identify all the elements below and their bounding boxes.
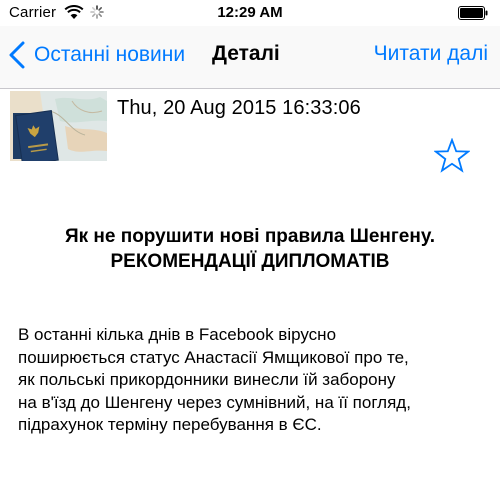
article-body: В останні кілька днів в Facebook вірусно… <box>18 324 488 437</box>
navigation-bar: Останні новини Деталі Читати далі <box>0 26 500 89</box>
article-title-line: РЕКОМЕНДАЦІЇ ДИПЛОМАТІВ <box>110 251 390 272</box>
back-button[interactable]: Останні новини <box>8 40 185 70</box>
article-body-line: як польські прикордонники винесли їй заб… <box>18 370 396 389</box>
article-date: Thu, 20 Aug 2015 16:33:06 <box>117 97 361 119</box>
article-title: Як не порушити нові правила Шенгену. РЕК… <box>20 224 480 274</box>
passport-image <box>10 91 107 161</box>
status-time: 12:29 AM <box>217 4 283 21</box>
article-title-line: Як не порушити нові правила Шенгену. <box>64 226 436 247</box>
back-button-label: Останні новини <box>34 43 186 66</box>
article-thumbnail <box>10 91 107 161</box>
screen: Carrier 12:29 AM Останні новини Деталі Ч… <box>0 0 500 500</box>
page-title: Деталі <box>212 42 280 65</box>
article-body-line: В останні кілька днів в Facebook вірусно <box>18 325 337 344</box>
read-more-button[interactable]: Читати далі <box>374 42 488 66</box>
chevron-left-icon <box>9 41 25 69</box>
article-body-line: на в'їзд до Шенгену через сумнівний, на … <box>18 392 411 412</box>
article-body-line: підрахунок терміну перебування в ЄС. <box>18 415 322 434</box>
article-body-line: поширюється статус Анастасії Ямщикової п… <box>18 347 409 367</box>
star-outline-icon[interactable] <box>434 138 470 174</box>
battery-icon <box>458 6 488 20</box>
status-bar: Carrier 12:29 AM <box>0 0 500 26</box>
